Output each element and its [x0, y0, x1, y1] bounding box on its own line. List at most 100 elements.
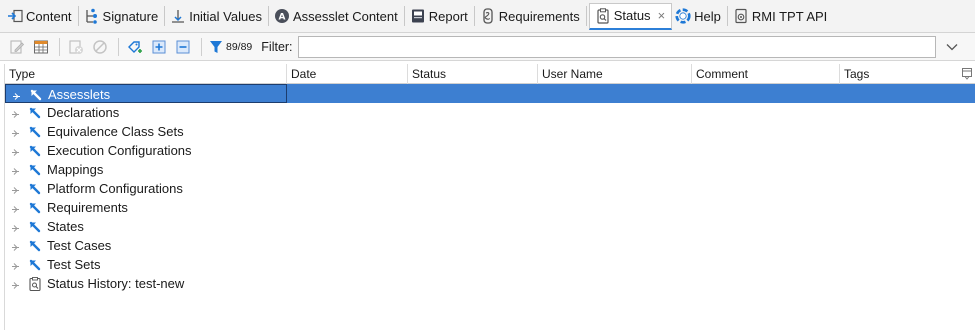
table-view-button[interactable]	[30, 36, 52, 58]
tree-row-label: Mappings	[47, 162, 104, 177]
tree-expander-icon[interactable]	[11, 221, 21, 232]
clear-status-button[interactable]	[89, 36, 111, 58]
column-header-status[interactable]: Status	[408, 64, 538, 84]
status-arrow-icon	[28, 106, 42, 120]
filter-button[interactable]	[207, 36, 225, 58]
tree-row[interactable]: Requirements	[5, 198, 975, 217]
status-arrow-icon	[28, 258, 42, 272]
tab-label: Initial Values	[189, 8, 262, 24]
tab-label: Content	[26, 8, 72, 24]
requirements-icon	[480, 8, 496, 24]
type-cell[interactable]: Execution Configurations	[5, 141, 287, 160]
tree-row-label: Equivalence Class Sets	[47, 124, 184, 139]
filter-dropdown-button[interactable]	[941, 36, 963, 58]
tab-signature[interactable]: Signature	[81, 3, 163, 29]
status-history-icon	[28, 277, 42, 292]
add-tag-button[interactable]	[124, 36, 146, 58]
tab-label: Requirements	[498, 8, 580, 24]
type-cell[interactable]: Test Sets	[5, 255, 287, 274]
column-header-comment[interactable]: Comment	[692, 64, 840, 84]
collapse-all-icon	[176, 40, 190, 53]
initial-values-icon	[170, 8, 186, 24]
status-arrow-icon	[28, 182, 42, 196]
tree-row[interactable]: Execution Configurations	[5, 141, 975, 160]
delete-status-button[interactable]	[65, 36, 87, 58]
tab-assesslet-content[interactable]: A Assesslet Content	[271, 3, 402, 29]
expand-all-button[interactable]	[148, 36, 170, 58]
tree-row-label: Test Sets	[47, 257, 101, 272]
tree-expander-icon[interactable]	[11, 107, 21, 118]
type-cell[interactable]: Assesslets	[5, 84, 287, 103]
tree-rows: Assesslets Declarations Equivalence Class …	[5, 84, 975, 293]
tree-expander-icon[interactable]	[11, 164, 21, 175]
delete-icon	[69, 39, 83, 54]
status-tree-table: Type Date Status User Name Comment Tags …	[4, 64, 975, 330]
filter-input[interactable]	[297, 35, 936, 58]
help-icon	[675, 8, 691, 24]
tree-expander-icon[interactable]	[11, 183, 21, 194]
status-icon	[595, 7, 611, 24]
tree-row[interactable]: Declarations	[5, 103, 975, 122]
status-arrow-icon	[28, 201, 42, 215]
tab-rmi-tpt-api[interactable]: RMI TPT API	[730, 3, 831, 29]
type-cell[interactable]: Status History: test-new	[5, 274, 287, 293]
column-header-user-name[interactable]: User Name	[538, 64, 692, 84]
tree-expander-icon[interactable]	[11, 240, 21, 251]
column-header-date[interactable]: Date	[287, 64, 408, 84]
tab-content[interactable]: Content	[4, 3, 76, 29]
type-cell[interactable]: Declarations	[5, 103, 287, 122]
tab-initial-values[interactable]: Initial Values	[167, 3, 266, 29]
toolbar-divider	[118, 37, 119, 56]
edit-status-button[interactable]	[6, 36, 28, 58]
tab-status[interactable]: Status ×	[588, 2, 673, 30]
tree-expander-icon[interactable]	[11, 202, 21, 213]
add-tag-icon	[128, 40, 142, 53]
type-cell[interactable]: Test Cases	[5, 236, 287, 255]
tab-divider	[726, 6, 728, 26]
tree-expander-icon[interactable]	[11, 145, 21, 156]
tree-row[interactable]: Status History: test-new	[5, 274, 975, 293]
status-arrow-icon	[28, 125, 42, 139]
type-cell[interactable]: Equivalence Class Sets	[5, 122, 287, 141]
tree-row[interactable]: Test Cases	[5, 236, 975, 255]
column-header-type[interactable]: Type	[5, 64, 287, 84]
type-cell[interactable]: States	[5, 217, 287, 236]
tree-row[interactable]: Equivalence Class Sets	[5, 122, 975, 141]
status-arrow-icon	[28, 144, 42, 158]
tree-row-label: Status History: test-new	[47, 276, 185, 291]
tab-requirements[interactable]: Requirements	[477, 3, 584, 29]
column-chooser-icon[interactable]	[961, 67, 973, 80]
funnel-icon	[210, 40, 222, 53]
tab-divider	[473, 6, 475, 26]
type-cell[interactable]: Requirements	[5, 198, 287, 217]
tree-expander-icon[interactable]	[12, 89, 22, 100]
expand-all-icon	[152, 40, 166, 53]
tree-row-label: Platform Configurations	[47, 181, 183, 196]
tree-row-label: Declarations	[47, 105, 120, 120]
type-cell[interactable]: Mappings	[5, 160, 287, 179]
tree-expander-icon[interactable]	[11, 126, 21, 137]
tree-row-label: States	[47, 219, 84, 234]
collapse-all-button[interactable]	[172, 36, 194, 58]
signature-icon	[84, 8, 100, 24]
tree-row[interactable]: States	[5, 217, 975, 236]
column-header-tags[interactable]: Tags	[840, 64, 962, 84]
filter-label: Filter:	[261, 39, 293, 54]
tree-row[interactable]: Test Sets	[5, 255, 975, 274]
tab-divider	[403, 6, 405, 26]
tab-divider	[77, 6, 79, 26]
tab-help[interactable]: Help	[672, 3, 725, 29]
assesslet-icon: A	[274, 8, 290, 24]
svg-text:A: A	[278, 13, 285, 23]
tab-label: Assesslet Content	[292, 8, 398, 24]
tree-expander-icon[interactable]	[11, 259, 21, 270]
tree-row-label: Execution Configurations	[47, 143, 192, 158]
type-cell[interactable]: Platform Configurations	[5, 179, 287, 198]
tree-row[interactable]: Platform Configurations	[5, 179, 975, 198]
tab-report[interactable]: Report	[407, 3, 472, 29]
tree-expander-icon[interactable]	[11, 278, 21, 289]
tab-label: RMI TPT API	[751, 8, 828, 24]
tree-row[interactable]: Mappings	[5, 160, 975, 179]
close-icon[interactable]: ×	[658, 8, 666, 23]
tree-row[interactable]: Assesslets	[5, 84, 975, 103]
